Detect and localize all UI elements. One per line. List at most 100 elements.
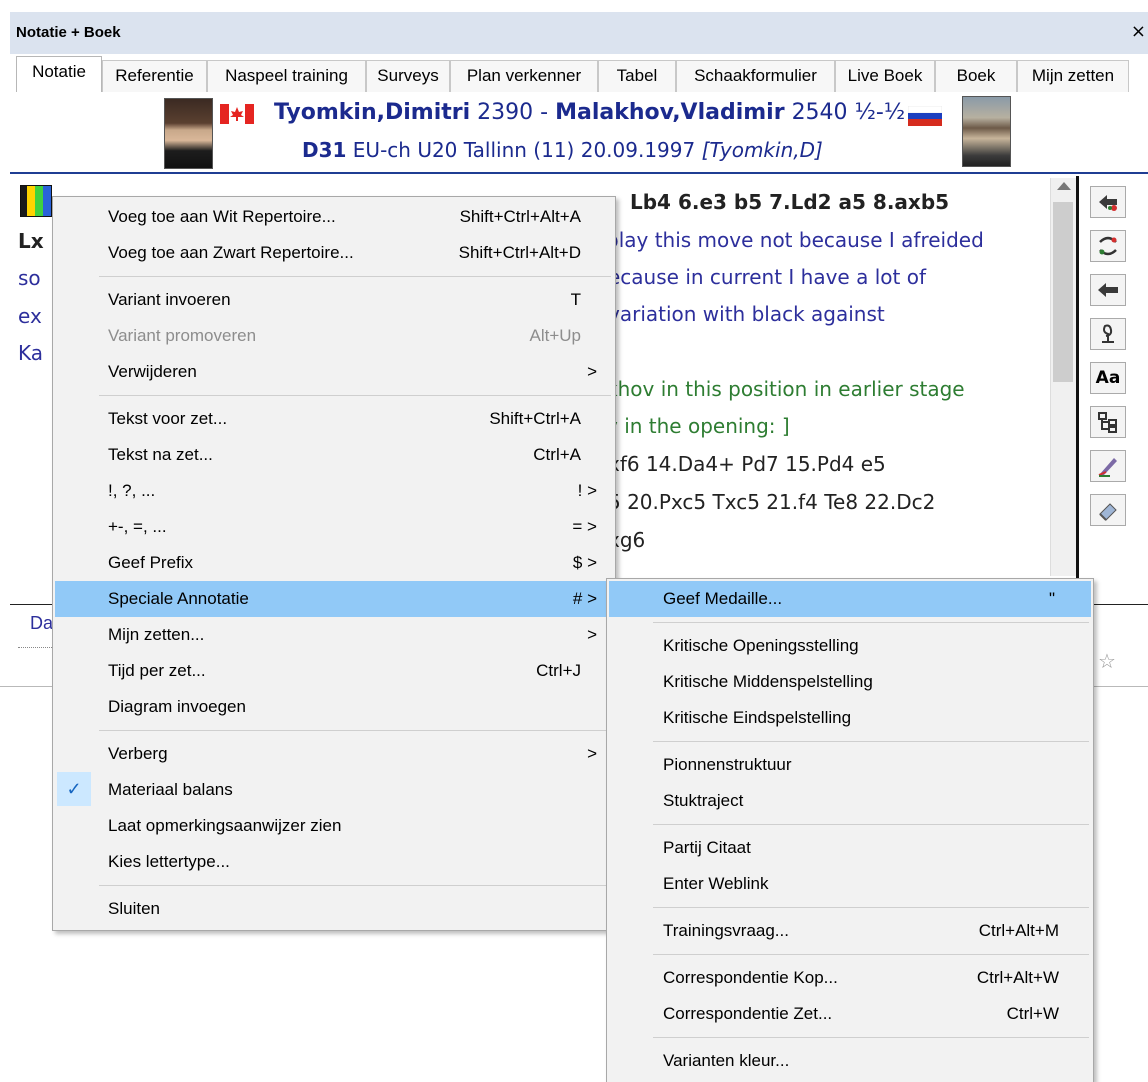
submenu-item-enter-weblink[interactable]: Enter Weblink — [609, 866, 1091, 902]
menu-shortcut: ! > — [577, 481, 597, 500]
submenu-item-varianten-kleur[interactable]: Varianten kleur... — [609, 1043, 1091, 1079]
menu-item-tijd-per-zet[interactable]: Tijd per zet... Ctrl+J — [55, 653, 613, 689]
tab-mijn-zetten[interactable]: Mijn zetten — [1017, 60, 1129, 92]
menu-separator — [653, 622, 1089, 623]
menu-item-tekst-voor-zet[interactable]: Tekst voor zet... Shift+Ctrl+A — [55, 401, 613, 437]
menu-label: Verwijderen — [108, 362, 197, 381]
menu-label: Variant promoveren — [108, 326, 257, 345]
menu-label: Kritische Eindspelstelling — [663, 708, 852, 727]
menu-item-geef-prefix[interactable]: Geef Prefix $ > — [55, 545, 613, 581]
menu-label: Pionnenstruktuur — [663, 755, 792, 774]
submenu-item-correspondentie-kop[interactable]: Correspondentie Kop... Ctrl+Alt+W — [609, 960, 1091, 996]
menu-shortcut: Alt+Up — [529, 326, 582, 345]
menu-item-evaluation-symbols[interactable]: +-, =, ... = > — [55, 509, 613, 545]
bottom-tab[interactable]: Da — [30, 613, 53, 634]
tab-label: Notatie — [32, 62, 86, 81]
submenu-item-kritische-openingsstelling[interactable]: Kritische Openingsstelling — [609, 628, 1091, 664]
comment-line[interactable]: khov in this position in earlier stage — [606, 377, 965, 401]
menu-shortcut: Shift+Ctrl+Alt+D — [458, 243, 581, 262]
notation-fragment[interactable]: Lx — [18, 229, 44, 253]
menu-label: Tijd per zet... — [108, 661, 206, 680]
event-line: D31 EU-ch U20 Tallinn (11) 20.09.1997 [T… — [302, 138, 823, 162]
menu-label: Diagram invoegen — [108, 697, 246, 716]
font-aa-icon[interactable]: Aa — [1090, 362, 1126, 394]
menu-item-voeg-toe-wit[interactable]: Voeg toe aan Wit Repertoire... Shift+Ctrl… — [55, 199, 613, 235]
comment-line[interactable]: ecause in current I have a lot of — [608, 265, 926, 289]
tab-surveys[interactable]: Surveys — [366, 60, 450, 92]
menu-item-verberg[interactable]: Verberg > — [55, 736, 613, 772]
tab-schaakformulier[interactable]: Schaakformulier — [676, 60, 835, 92]
menu-label: Geef Medaille... — [663, 589, 783, 608]
menu-label: Variant invoeren — [108, 290, 231, 309]
notation-fragment[interactable]: so — [18, 266, 41, 290]
menu-shortcut: Ctrl+A — [533, 445, 581, 464]
tab-label: Boek — [956, 66, 996, 85]
close-icon[interactable]: × — [1131, 21, 1146, 42]
submenu-item-partij-citaat[interactable]: Partij Citaat — [609, 830, 1091, 866]
tab-boek[interactable]: Boek — [935, 60, 1017, 92]
submenu-item-pionnenstruktuur[interactable]: Pionnenstruktuur — [609, 747, 1091, 783]
menu-item-diagram-invoegen[interactable]: Diagram invoegen — [55, 689, 613, 725]
swap-icon[interactable] — [1090, 230, 1126, 262]
knot-icon[interactable] — [1090, 318, 1126, 350]
menu-item-annotation-symbols[interactable]: !, ?, ... ! > — [55, 473, 613, 509]
tab-naspeel-training[interactable]: Naspeel training — [207, 60, 366, 92]
players-separator: - — [540, 100, 549, 125]
star-icon[interactable]: ☆ — [1098, 649, 1116, 673]
comment-line[interactable]: y in the opening: ] — [606, 414, 790, 438]
submenu-item-kritische-middenspelstelling[interactable]: Kritische Middenspelstelling — [609, 664, 1091, 700]
context-menu: Voeg toe aan Wit Repertoire... Shift+Ctrl… — [52, 196, 616, 931]
menu-item-variant-invoeren[interactable]: Variant invoeren T — [55, 282, 613, 318]
menu-shortcut: Ctrl+Alt+M — [978, 921, 1059, 940]
menu-item-voeg-toe-zwart[interactable]: Voeg toe aan Zwart Repertoire... Shift+Ct… — [55, 235, 613, 271]
submenu-item-trainingsvraag[interactable]: Trainingsvraag... Ctrl+Alt+M — [609, 913, 1091, 949]
tree-icon[interactable] — [1090, 406, 1126, 438]
menu-shortcut: Ctrl+W — [1006, 1004, 1059, 1023]
submenu-item-correspondentie-zet[interactable]: Correspondentie Zet... Ctrl+W — [609, 996, 1091, 1032]
notation-fragment[interactable]: ex — [18, 304, 42, 328]
game-header: Tyomkin,Dimitri 2390 - Malakhov,Vladimir… — [10, 92, 1148, 174]
menu-shortcut: = > — [572, 517, 597, 536]
menu-item-sluiten[interactable]: Sluiten — [55, 891, 613, 927]
scrollbar-thumb[interactable] — [1053, 202, 1073, 382]
notation-line[interactable]: Lb4 6.e3 b5 7.Ld2 a5 8.axb5 — [630, 190, 949, 214]
pin-left-icon[interactable] — [1090, 186, 1126, 218]
menu-label: Sluiten — [108, 899, 160, 918]
tab-tabel[interactable]: Tabel — [598, 60, 676, 92]
pane-divider[interactable] — [1076, 176, 1079, 608]
menu-item-tekst-na-zet[interactable]: Tekst na zet... Ctrl+A — [55, 437, 613, 473]
menu-label: Speciale Annotatie — [108, 589, 249, 608]
menu-item-materiaal-balans[interactable]: ✓ Materiaal balans — [55, 772, 613, 808]
comment-line[interactable]: variation with black against — [608, 302, 885, 326]
menu-item-verwijderen[interactable]: Verwijderen > — [55, 354, 613, 390]
menu-label: Verberg — [108, 744, 168, 763]
menu-label: Materiaal balans — [108, 780, 233, 799]
submenu-item-geef-medaille[interactable]: Geef Medaille... " — [609, 581, 1091, 617]
menu-item-mijn-zetten[interactable]: Mijn zetten... > — [55, 617, 613, 653]
black-player-name[interactable]: Malakhov,Vladimir — [555, 100, 784, 125]
notation-fragment[interactable]: Ka — [18, 341, 43, 365]
tab-live-boek[interactable]: Live Boek — [835, 60, 935, 92]
menu-shortcut: Ctrl+Alt+W — [976, 968, 1059, 987]
white-player-name[interactable]: Tyomkin,Dimitri — [274, 100, 470, 125]
menu-item-variant-promoveren[interactable]: Variant promoveren Alt+Up — [55, 318, 613, 354]
pin-move-icon[interactable] — [1090, 274, 1126, 306]
tab-referentie[interactable]: Referentie — [102, 60, 207, 92]
submenu-item-kritische-eindspelstelling[interactable]: Kritische Eindspelstelling — [609, 700, 1091, 736]
menu-item-opmerkingsaanwijzer[interactable]: Laat opmerkingsaanwijzer zien — [55, 808, 613, 844]
menu-separator — [653, 824, 1089, 825]
menu-item-kies-lettertype[interactable]: Kies lettertype... — [55, 844, 613, 880]
pen-icon[interactable] — [1090, 450, 1126, 482]
tab-bar: Notatie Referentie Naspeel training Surv… — [10, 54, 1148, 93]
menu-item-speciale-annotatie[interactable]: Speciale Annotatie # > — [55, 581, 613, 617]
eraser-icon[interactable] — [1090, 494, 1126, 526]
comment-line[interactable]: play this move not because I afreided — [606, 228, 984, 252]
notation-line[interactable]: 5 20.Pxc5 Txc5 21.f4 Te8 22.Dc2 — [608, 490, 935, 514]
scroll-up-icon[interactable] — [1057, 182, 1071, 190]
submenu-item-stuktraject[interactable]: Stuktraject — [609, 783, 1091, 819]
tab-notatie[interactable]: Notatie — [16, 56, 102, 93]
notation-line[interactable]: xf6 14.Da4+ Pd7 15.Pd4 e5 — [608, 452, 886, 476]
menu-separator — [99, 730, 611, 731]
tab-plan-verkenner[interactable]: Plan verkenner — [450, 60, 598, 92]
window-titlebar: Notatie + Boek × — [10, 12, 1148, 54]
